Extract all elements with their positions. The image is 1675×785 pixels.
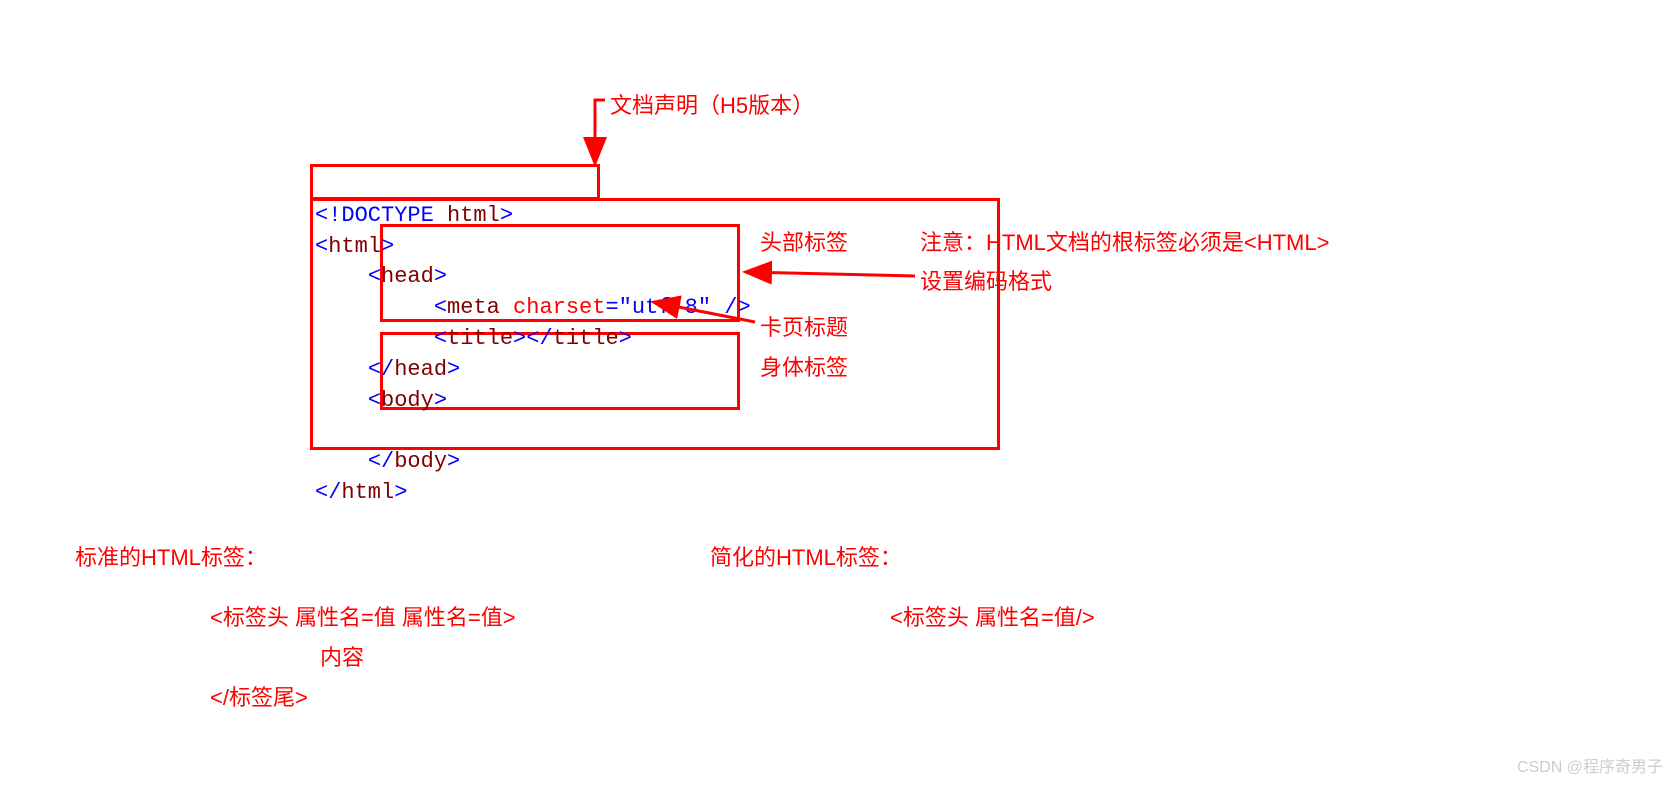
watermark: CSDN @程序奇男子 [1517, 753, 1663, 777]
label-doctype: 文档声明（H5版本） [610, 88, 814, 120]
standard-tag-line3: </标签尾> [210, 680, 308, 712]
standard-tag-title: 标准的HTML标签： [75, 540, 267, 572]
standard-tag-line2: 内容 [320, 640, 364, 672]
simple-tag-line1: <标签头 属性名=值/> [890, 600, 1095, 632]
standard-tag-line1: <标签头 属性名=值 属性名=值> [210, 600, 516, 632]
label-charset: 设置编码格式 [920, 264, 1052, 296]
label-body: 身体标签 [760, 350, 848, 382]
label-note: 注意：HTML文档的根标签必须是<HTML> [920, 225, 1329, 257]
code-block: <!DOCTYPE html> <html> <head> <meta char… [315, 170, 751, 509]
simple-tag-title: 简化的HTML标签： [710, 540, 902, 572]
label-title: 卡页标题 [760, 310, 848, 342]
label-head: 头部标签 [760, 225, 848, 257]
